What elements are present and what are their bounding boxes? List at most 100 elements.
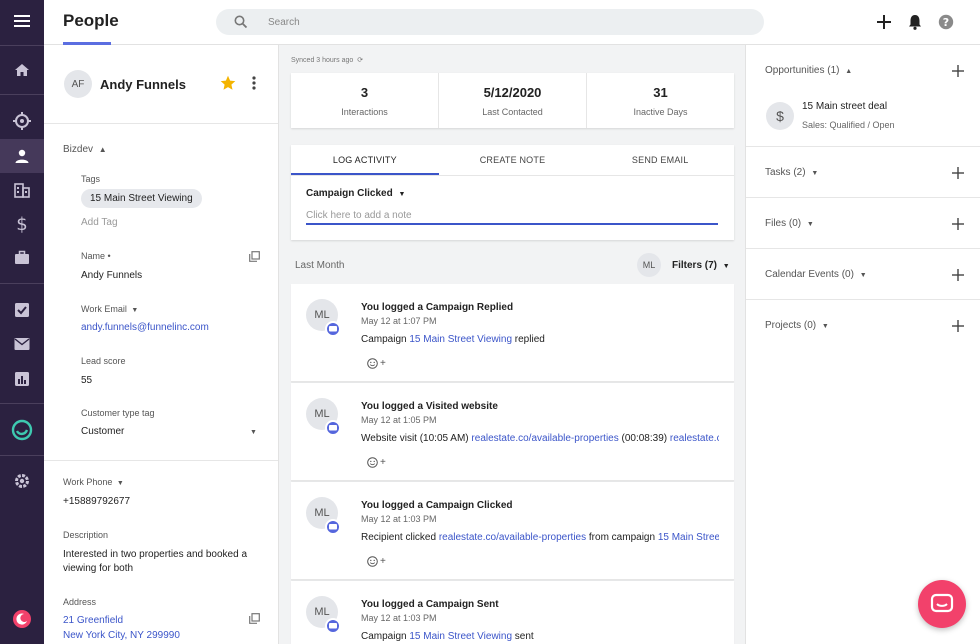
target-icon[interactable] [0,104,44,138]
activity-card[interactable]: ML You logged a Campaign Clicked May 12 … [291,482,734,580]
person-icon[interactable] [0,139,44,173]
section-toggle-bizdev[interactable]: Bizdev ▲ [63,144,107,155]
briefcase-icon[interactable] [0,241,44,275]
section-toggle-projects[interactable]: Projects (0) ▼ [765,320,829,331]
email-label: Work Email [81,304,127,314]
lead-score-label: Lead score [81,356,126,366]
add-file-icon[interactable] [952,218,964,230]
section-title: Tasks (2) [765,167,806,178]
add-reaction-button[interactable]: + [367,556,386,567]
add-task-icon[interactable] [952,167,964,179]
activity-date: May 12 at 1:03 PM [361,514,437,524]
activity-card[interactable]: ML You logged a Visited website May 12 a… [291,383,734,481]
add-event-icon[interactable] [952,269,964,281]
search-bar[interactable] [216,9,764,35]
body-text: Recipient clicked [361,532,439,543]
user-avatar[interactable]: ML [637,253,661,277]
add-reaction-button[interactable]: + [367,457,386,468]
tab-send-email[interactable]: SEND EMAIL [586,145,734,175]
tab-log-activity[interactable]: LOG ACTIVITY [291,145,439,175]
bell-icon[interactable] [905,12,925,32]
building-icon[interactable] [0,173,44,207]
activity-body: Website visit (10:05 AM) realestate.co/a… [361,433,719,444]
settings-icon[interactable] [0,464,44,498]
star-icon[interactable] [220,75,236,96]
plus-icon: + [380,358,386,369]
phone-label-group[interactable]: Work Phone ▼ [63,477,124,487]
chat-badge-icon [325,519,341,535]
section-title: Bizdev [63,144,94,155]
address-line-link[interactable]: 21 Greenfield [63,615,123,626]
caret-down-icon: ▼ [131,307,139,314]
app-root: $ People Search ? AF Andy Funnels Bizdev… [0,0,980,644]
activity-card[interactable]: ML You logged a Campaign Sent May 12 at … [291,581,734,644]
filters-button[interactable]: Filters (7) ▼ [672,260,730,271]
email-link[interactable]: andy.funnels@funnelinc.com [81,322,209,333]
section-toggle-calendar[interactable]: Calendar Events (0) ▼ [765,269,867,280]
lead-score-value[interactable]: 55 [81,375,92,386]
copy-icon[interactable] [249,249,260,267]
composer-tabs: LOG ACTIVITY CREATE NOTE SEND EMAIL [291,145,734,176]
activity-type-select[interactable]: Campaign Clicked ▼ [306,188,405,199]
moon-icon[interactable] [0,602,44,636]
help-icon[interactable]: ? [936,12,956,32]
home-icon[interactable] [0,53,44,87]
add-tag-link[interactable]: Add Tag [81,217,118,228]
website-link[interactable]: realestate.co/available-properties [471,433,618,444]
opportunities-section: Opportunities (1) ▲ $ 15 Main street dea… [746,45,980,147]
note-input[interactable] [306,207,718,225]
phone-value[interactable]: +15889792677 [63,496,130,507]
tab-create-note[interactable]: CREATE NOTE [439,145,587,175]
caret-down-icon: ▼ [116,480,124,487]
checkbox-icon[interactable] [0,293,44,327]
address-label: Address [63,597,97,607]
description-line[interactable]: viewing for both [63,563,133,574]
tag-chip[interactable]: 15 Main Street Viewing [81,189,202,208]
dollar-icon[interactable]: $ [0,207,44,241]
section-toggle-tasks[interactable]: Tasks (2) ▼ [765,167,818,178]
projects-section: Projects (0) ▼ [746,300,980,351]
deal-name[interactable]: 15 Main street deal [802,101,887,112]
website-link[interactable]: realestate.co/available-properties [439,532,586,543]
sync-icon[interactable]: ⟳ [357,57,363,64]
mail-icon[interactable] [0,327,44,361]
caret-down-icon: ▼ [398,191,406,198]
section-title: Files (0) [765,218,802,229]
search-icon [234,15,248,34]
plus-icon: + [380,457,386,468]
add-project-icon[interactable] [952,320,964,332]
rail-divider [0,283,44,284]
campaign-link[interactable]: 15 Main Street Viewing [409,334,512,345]
section-toggle-opportunities[interactable]: Opportunities (1) ▲ [765,65,852,76]
related-panel: Opportunities (1) ▲ $ 15 Main street dea… [745,45,980,644]
customer-type-select[interactable]: Customer [81,426,124,437]
stat-last-contacted: 5/12/2020 Last Contacted [439,73,587,128]
campaign-link[interactable]: 15 Main Street Viewing [409,631,512,642]
address-line-link[interactable]: New York City, NY 299990 [63,630,180,641]
contact-name: Andy Funnels [100,77,186,92]
logo-icon[interactable] [0,413,44,447]
svg-text:?: ? [943,16,949,29]
report-icon[interactable] [0,362,44,396]
more-options-icon[interactable] [251,75,257,96]
campaign-link[interactable]: 15 Main Street Viewing [658,532,719,543]
activity-date: May 12 at 1:07 PM [361,316,437,326]
menu-icon[interactable] [0,4,44,38]
add-reaction-button[interactable]: + [367,358,386,369]
add-icon[interactable] [874,12,894,32]
body-text: Campaign [361,631,410,642]
search-input[interactable] [268,13,748,31]
copy-icon[interactable] [249,611,260,629]
website-link[interactable]: realestate.co/available-properties [670,433,719,444]
email-label-group[interactable]: Work Email ▼ [81,304,138,314]
filters-label: Filters (7) [672,260,718,271]
description-label: Description [63,530,109,540]
activity-card[interactable]: ML You logged a Campaign Replied May 12 … [291,284,734,382]
add-opportunity-icon[interactable] [952,65,964,77]
smiley-icon [367,358,378,369]
chat-launcher-button[interactable] [918,580,966,628]
description-line[interactable]: Interested in two properties and booked … [63,549,247,560]
dropdown-arrow-icon[interactable]: ▼ [250,429,257,436]
section-toggle-files[interactable]: Files (0) ▼ [765,218,814,229]
name-value[interactable]: Andy Funnels [81,270,142,281]
